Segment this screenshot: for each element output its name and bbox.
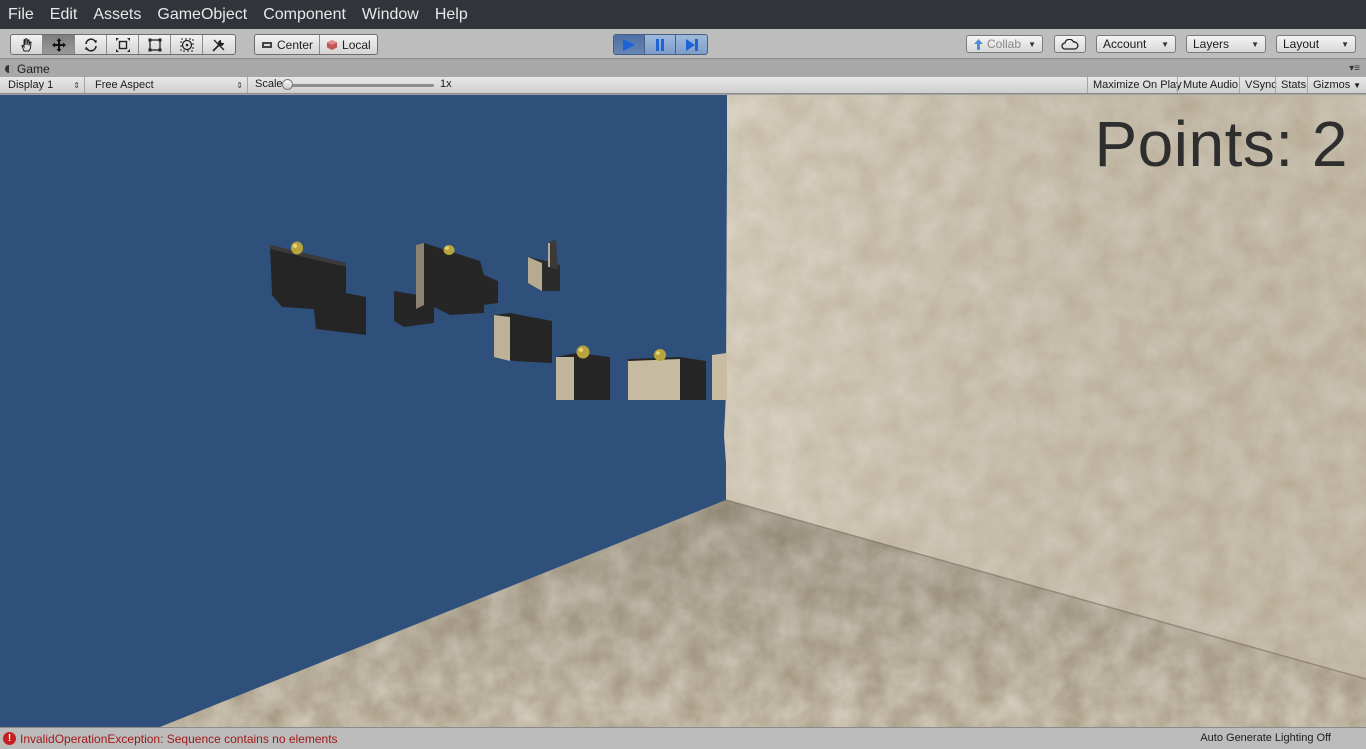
lighting-status: Auto Generate Lighting Off	[1200, 732, 1331, 744]
scale-label: Scale	[255, 78, 283, 90]
menu-window[interactable]: Window	[354, 0, 427, 29]
display-label: Display 1	[8, 79, 54, 91]
aspect-dropdown[interactable]: Free Aspect ⇕	[90, 77, 248, 93]
local-space-icon	[327, 39, 338, 50]
scale-icon	[115, 37, 130, 52]
hand-icon	[20, 37, 32, 51]
panel-menu-icon[interactable]: ▾≡	[1349, 63, 1360, 74]
gizmos-dropdown[interactable]: Gizmos ▼	[1307, 77, 1366, 93]
cloud-icon	[1061, 38, 1079, 50]
main-toolbar: Center Local Collab ▼ Account ▼ Layers ▼	[0, 29, 1366, 59]
layout-label: Layout	[1283, 37, 1320, 51]
maximize-on-play-button[interactable]: Maximize On Play	[1087, 77, 1187, 93]
coin	[576, 345, 590, 359]
coin	[443, 245, 455, 255]
coin	[291, 241, 303, 255]
chevron-down-icon: ▼	[1341, 39, 1349, 49]
collab-label: Collab	[987, 37, 1022, 51]
scale-slider-track[interactable]	[286, 84, 434, 87]
coin	[654, 349, 666, 361]
menu-help[interactable]: Help	[427, 0, 476, 29]
pivot-center-button[interactable]: Center	[255, 35, 321, 54]
space-label: Local	[342, 37, 371, 52]
cloud-button[interactable]	[1054, 35, 1086, 53]
chevron-down-icon: ▼	[1353, 80, 1361, 90]
console-error-message[interactable]: InvalidOperationException: Sequence cont…	[20, 732, 338, 746]
menu-component[interactable]: Component	[255, 0, 354, 29]
tab-game-label: Game	[17, 61, 50, 76]
step-button[interactable]	[676, 35, 707, 54]
game-view-toolbar: Display 1 ⇕ Free Aspect ⇕ Scale 1x Maxim…	[0, 77, 1366, 94]
pivot-toggle-group: Center Local	[254, 34, 378, 55]
game-view-icon	[5, 64, 13, 73]
game-tab-strip: Game ▾≡	[0, 60, 1366, 77]
points-counter: Points: 2	[1094, 108, 1348, 180]
menu-edit[interactable]: Edit	[42, 0, 86, 29]
tab-game[interactable]: Game	[4, 60, 50, 77]
status-bar[interactable]: ! InvalidOperationException: Sequence co…	[0, 727, 1366, 749]
aspect-label: Free Aspect	[95, 79, 154, 91]
account-label: Account	[1103, 37, 1147, 51]
transform-tools	[10, 34, 236, 55]
playback-controls	[613, 34, 708, 55]
rect-icon	[148, 38, 161, 51]
updown-icon: ⇕	[73, 80, 80, 90]
chevron-down-icon: ▼	[1251, 39, 1259, 49]
stats-label: Stats	[1281, 79, 1307, 91]
platform-block	[556, 353, 610, 400]
menu-file[interactable]: File	[0, 0, 42, 29]
maximize-label: Maximize On Play	[1093, 79, 1182, 91]
chevron-down-icon: ▼	[1028, 39, 1036, 49]
error-icon: !	[3, 732, 16, 745]
hand-tool-button[interactable]	[11, 35, 43, 54]
collab-dropdown[interactable]: Collab ▼	[966, 35, 1043, 53]
scale-tool-button[interactable]	[107, 35, 139, 54]
transform-tool-button[interactable]	[171, 35, 203, 54]
vsync-label: VSync	[1245, 79, 1277, 91]
custom-tool-button[interactable]	[203, 35, 235, 54]
mute-label: Mute Audio	[1183, 79, 1239, 91]
pause-button[interactable]	[645, 35, 676, 54]
rotate-icon	[84, 37, 97, 52]
gizmos-label: Gizmos	[1313, 79, 1351, 91]
updown-icon: ⇕	[236, 80, 243, 90]
display-dropdown[interactable]: Display 1 ⇕	[0, 77, 85, 93]
move-tool-button[interactable]	[43, 35, 75, 54]
chevron-down-icon: ▼	[1161, 39, 1169, 49]
game-scene	[0, 95, 1366, 727]
layers-dropdown[interactable]: Layers ▼	[1186, 35, 1266, 53]
scale-slider-thumb[interactable]	[282, 79, 293, 90]
game-viewport[interactable]: Points: 2	[0, 95, 1366, 727]
step-icon	[685, 38, 698, 51]
rect-tool-button[interactable]	[139, 35, 171, 54]
play-icon	[623, 38, 635, 51]
scale-value: 1x	[440, 78, 452, 90]
account-dropdown[interactable]: Account ▼	[1096, 35, 1176, 53]
menu-assets[interactable]: Assets	[85, 0, 149, 29]
play-button[interactable]	[614, 35, 645, 54]
transform-icon	[180, 38, 193, 51]
menu-gameobject[interactable]: GameObject	[149, 0, 255, 29]
collab-icon	[974, 38, 983, 50]
pause-icon	[656, 38, 664, 51]
stats-button[interactable]: Stats	[1275, 77, 1311, 93]
layout-dropdown[interactable]: Layout ▼	[1276, 35, 1356, 53]
move-icon	[51, 37, 66, 52]
pivot-icon	[262, 41, 272, 48]
layers-label: Layers	[1193, 37, 1230, 51]
mute-audio-button[interactable]: Mute Audio	[1177, 77, 1243, 93]
rotate-tool-button[interactable]	[75, 35, 107, 54]
platform-block	[712, 353, 727, 400]
platform-block	[494, 313, 552, 363]
pivot-local-button[interactable]: Local	[320, 35, 377, 54]
custom-tools-icon	[212, 39, 225, 52]
pivot-label: Center	[277, 37, 314, 52]
platform-block	[628, 357, 706, 400]
menu-bar: File Edit Assets GameObject Component Wi…	[0, 0, 1366, 29]
